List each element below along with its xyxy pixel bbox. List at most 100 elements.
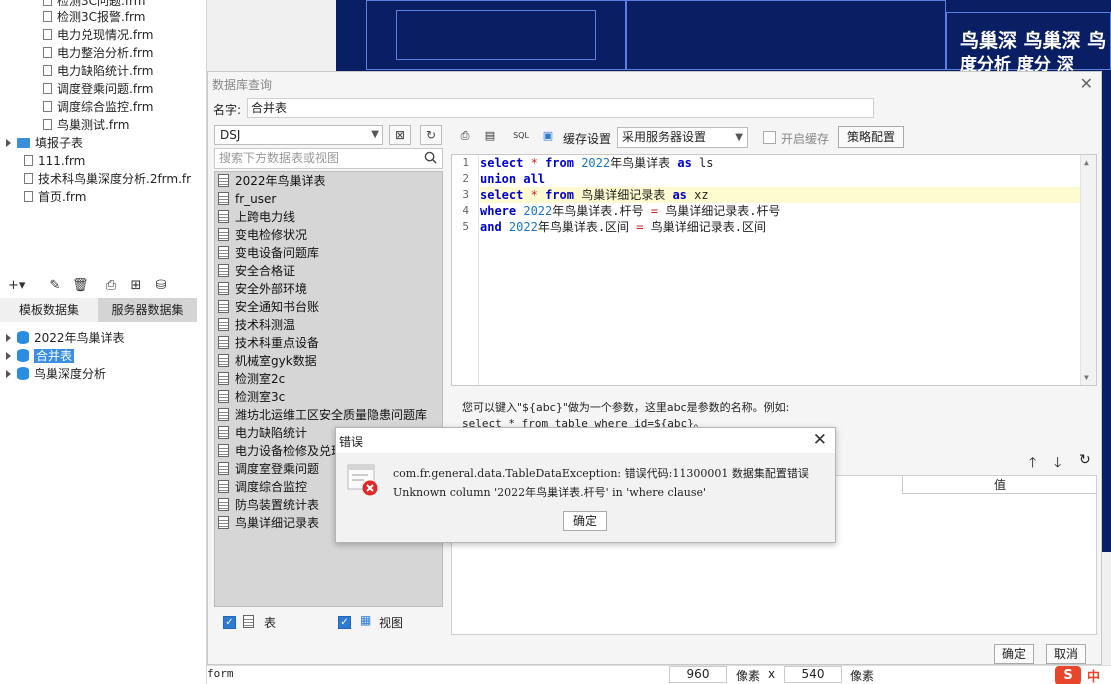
tree-folder-item[interactable]: 填报子表 (6, 134, 83, 152)
tree-file-item[interactable]: 调度登乘问题.frm (43, 80, 153, 98)
table-icon (218, 210, 229, 223)
tree-file-item[interactable]: 技术科鸟巢深度分析.2frm.fr (24, 170, 191, 188)
database-icon[interactable]: ⛁ (153, 278, 169, 294)
expand-arrow-icon[interactable] (6, 334, 11, 342)
table-item[interactable]: 电力缺陷统计 (218, 424, 307, 442)
search-icon[interactable] (424, 151, 437, 164)
table-item[interactable]: 机械室gyk数据 (218, 352, 317, 370)
save-icon[interactable]: ▤ (482, 128, 498, 144)
table-item[interactable]: 变电设备问题库 (218, 244, 319, 262)
expand-arrow-icon[interactable] (6, 139, 11, 147)
editor-scrollbar[interactable]: ▲ ▼ (1080, 155, 1096, 385)
table-item[interactable]: 安全通知书台账 (218, 298, 319, 316)
table-item[interactable]: 变电检修状况 (218, 226, 307, 244)
tree-file-item[interactable]: 电力缺陷统计.frm (43, 62, 153, 80)
tab-server-datasets[interactable]: 服务器数据集 (98, 298, 197, 322)
table-item[interactable]: 调度室登乘问题 (218, 460, 319, 478)
code-line: and 2022年鸟巢详表.区间 = 鸟巢详细记录表.区间 (480, 220, 766, 234)
expand-arrow-icon[interactable] (6, 352, 11, 360)
scroll-up-icon[interactable]: ▲ (1084, 158, 1089, 167)
scroll-down-icon[interactable]: ▼ (1084, 373, 1089, 382)
tree-file-item[interactable]: 首页.frm (24, 188, 86, 206)
show-tables-checkbox[interactable]: ✓ (223, 616, 236, 629)
line-number: 3 (462, 188, 469, 201)
table-icon (218, 300, 229, 313)
table-item[interactable]: 上跨电力线 (218, 208, 295, 226)
height-input[interactable]: 540 (784, 666, 842, 683)
param-value-header: 值 (902, 476, 1097, 494)
dataset-item-selected[interactable]: 合并表 (6, 347, 75, 365)
tree-file-item[interactable]: 电力整治分析.frm (43, 44, 153, 62)
dataset-tabs: 模板数据集 服务器数据集 (0, 298, 197, 322)
tab-template-datasets[interactable]: 模板数据集 (0, 298, 98, 322)
strategy-config-button[interactable]: 策略配置 (838, 126, 904, 148)
template-tree-panel: 检测3C问题.frm 检测3C报警.frm 电力兑现情况.frm 电力整治分析.… (0, 0, 207, 684)
cancel-button[interactable]: 取消 (1046, 644, 1086, 664)
table-icon (218, 444, 229, 457)
edit-connection-icon[interactable]: ⊠ (389, 125, 411, 145)
refresh-icon[interactable]: ↻ (1079, 452, 1091, 468)
dataset-item[interactable]: 鸟巢深度分析 (6, 365, 106, 383)
table-item[interactable]: 检测室2c (218, 370, 285, 388)
connection-select[interactable]: DSJ ▼ (214, 125, 383, 145)
file-icon (43, 65, 52, 76)
move-up-icon[interactable]: 🡑 (1029, 452, 1036, 476)
enable-cache-checkbox[interactable] (763, 131, 776, 144)
expand-arrow-icon[interactable] (6, 370, 11, 378)
dialog-title: 数据库查询 (212, 78, 273, 92)
sql-format-icon[interactable]: SQL (513, 128, 529, 144)
error-ok-button[interactable]: 确定 (563, 511, 607, 531)
table-item[interactable]: 防鸟装置统计表 (218, 496, 319, 514)
show-views-checkbox[interactable]: ✓ (338, 616, 351, 629)
cache-setting-select[interactable]: 采用服务器设置 ▼ (617, 127, 748, 148)
table-item[interactable]: 安全合格证 (218, 262, 295, 280)
table-item[interactable]: 调度综合监控 (218, 478, 307, 496)
preview-icon[interactable]: ⎙ (457, 128, 473, 144)
database-icon (17, 349, 29, 362)
table-item[interactable]: 技术科重点设备 (218, 334, 319, 352)
tree-file-item[interactable]: 111.frm (24, 152, 85, 170)
dashboard-subtitle: 度分析 度分 深 (960, 55, 1074, 72)
dataset-item[interactable]: 2022年鸟巢详表 (6, 329, 125, 347)
sql-edit-icon[interactable]: ⊞ (128, 278, 144, 294)
table-icon (218, 516, 229, 529)
delete-icon[interactable]: 🗑 (72, 278, 89, 294)
sql-editor[interactable]: 1 2 3 4 5 select * from 2022年鸟巢详表 as ls … (451, 154, 1097, 386)
table-item[interactable]: 2022年鸟巢详表 (218, 172, 326, 190)
table-icon (218, 282, 229, 295)
database-icon (17, 367, 29, 380)
tree-file-item[interactable]: 鸟巢测试.frm (43, 116, 129, 134)
name-input[interactable]: 合并表 (247, 98, 874, 118)
table-item[interactable]: fr_user (218, 190, 276, 208)
tree-file-item[interactable]: 检测3C报警.frm (43, 8, 145, 26)
line-number: 1 (462, 156, 469, 169)
table-icon (218, 264, 229, 277)
cache-icon[interactable]: ▣ (540, 128, 556, 144)
table-item[interactable]: 潍坊北运维工区安全质量隐患问题库 (218, 406, 427, 424)
ime-badge[interactable]: S (1055, 666, 1081, 684)
status-bar: form 960 像素 x 540 像素 S 中 (207, 665, 1111, 684)
close-icon[interactable]: ✕ (813, 430, 827, 450)
ime-mode-label[interactable]: 中 (1087, 666, 1100, 684)
table-icon (218, 372, 229, 385)
table-item[interactable]: 鸟巢详细记录表 (218, 514, 319, 532)
ok-button[interactable]: 确定 (994, 644, 1034, 664)
add-icon[interactable]: +▾ (8, 278, 25, 294)
close-icon[interactable]: ✕ (1080, 74, 1093, 93)
table-item[interactable]: 电力设备检修及兑现 (218, 442, 343, 460)
edit-icon[interactable]: ✎ (47, 278, 63, 294)
width-input[interactable]: 960 (669, 666, 727, 683)
table-item[interactable]: 检测室3c (218, 388, 285, 406)
list-filter-footer: ✓ 表 ✓ ▦ 视图 (214, 608, 443, 638)
folder-icon (17, 138, 30, 148)
preview-icon[interactable]: ⎙ (103, 278, 119, 294)
tree-file-item[interactable]: 电力兑现情况.frm (43, 26, 153, 44)
refresh-icon[interactable]: ↻ (420, 125, 442, 145)
table-item[interactable]: 安全外部环境 (218, 280, 307, 298)
error-icon (347, 464, 378, 496)
tree-file-item[interactable]: 调度综合监控.frm (43, 98, 153, 116)
move-down-icon[interactable]: 🡓 (1054, 452, 1061, 476)
table-item[interactable]: 技术科测温 (218, 316, 295, 334)
table-icon (218, 192, 229, 205)
table-search-input[interactable]: 搜索下方数据表或视图 (214, 148, 443, 169)
